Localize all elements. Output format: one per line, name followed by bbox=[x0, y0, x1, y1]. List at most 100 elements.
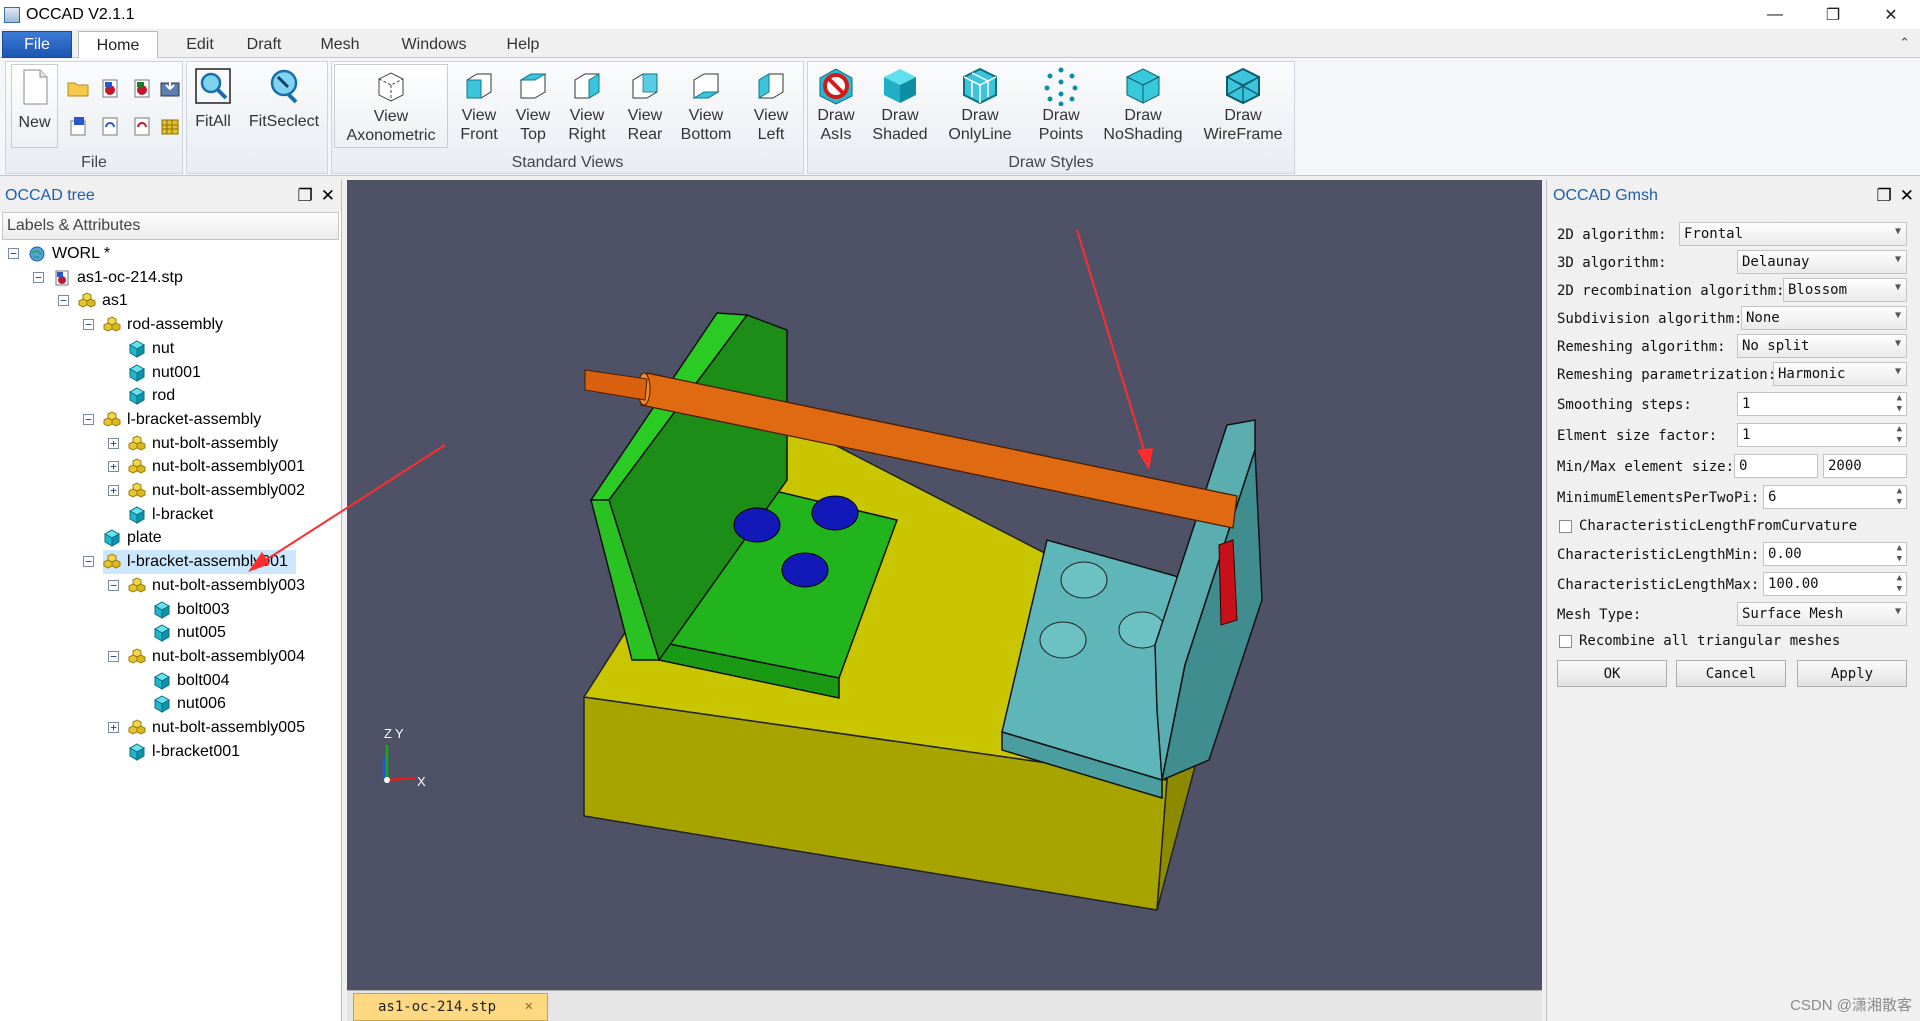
tree-node[interactable]: WORL * bbox=[28, 242, 110, 266]
tree-expander[interactable]: + bbox=[108, 722, 119, 733]
close-panel-icon[interactable]: ✕ bbox=[321, 186, 335, 206]
fit-all-button[interactable]: FitAll bbox=[193, 64, 233, 148]
tree-expander[interactable]: − bbox=[83, 556, 94, 568]
remeshparam-select[interactable]: Harmonic ▼ bbox=[1773, 362, 1907, 386]
draw-shaded-button[interactable]: Draw Shaded bbox=[868, 64, 932, 148]
export-button[interactable] bbox=[64, 112, 92, 140]
tree-node[interactable]: nut006 bbox=[153, 692, 226, 716]
view-right-button[interactable]: View Right bbox=[562, 64, 612, 148]
float-panel-icon[interactable]: ❐ bbox=[298, 186, 313, 206]
meshtype-select[interactable]: Surface Mesh ▼ bbox=[1737, 602, 1907, 626]
min-size-input[interactable]: 0 bbox=[1734, 454, 1818, 478]
clmax-spinbox[interactable]: 100.00 ▲ ▼ bbox=[1763, 572, 1907, 596]
axis-z-label: Z bbox=[384, 726, 392, 741]
close-tab-icon[interactable]: ✕ bbox=[525, 998, 533, 1014]
view-left-button[interactable]: View Left bbox=[746, 64, 796, 148]
open-button[interactable] bbox=[64, 74, 92, 102]
sizefactor-spinbox[interactable]: 1 ▲ ▼ bbox=[1737, 423, 1907, 447]
new-button[interactable]: New bbox=[11, 64, 58, 148]
tab-home[interactable]: Home bbox=[78, 31, 158, 59]
minelem-spinbox[interactable]: 6 ▲ ▼ bbox=[1763, 485, 1907, 509]
tree-expander[interactable]: − bbox=[108, 579, 119, 591]
view-bottom-button[interactable]: View Bottom bbox=[674, 64, 738, 148]
tab-help[interactable]: Help bbox=[494, 31, 552, 58]
tab-mesh[interactable]: Mesh bbox=[310, 31, 370, 58]
draw-onlyline-button[interactable]: Draw OnlyLine bbox=[942, 64, 1018, 148]
view-axonometric-button[interactable]: View Axonometric bbox=[334, 64, 448, 148]
tree-node[interactable]: plate bbox=[103, 526, 162, 550]
close-panel-icon[interactable]: ✕ bbox=[1900, 186, 1914, 206]
3d-viewport[interactable]: Z Y X bbox=[347, 180, 1542, 990]
apply-button[interactable]: Apply bbox=[1797, 660, 1907, 687]
subdiv-select[interactable]: None ▼ bbox=[1741, 306, 1907, 330]
import-brep-button[interactable] bbox=[156, 74, 184, 102]
tree-expander[interactable]: − bbox=[33, 271, 44, 283]
export-step-button[interactable] bbox=[96, 112, 124, 140]
spin-arrows-icon[interactable]: ▲ ▼ bbox=[1897, 424, 1902, 446]
tree-node[interactable]: rod bbox=[128, 384, 175, 408]
tree-expander[interactable]: − bbox=[8, 248, 19, 259]
smooth-spinbox[interactable]: 1 ▲ ▼ bbox=[1737, 392, 1907, 416]
checkbox-box[interactable] bbox=[1559, 634, 1572, 648]
draw-asis-button[interactable]: Draw AsIs bbox=[812, 64, 860, 148]
tree-node[interactable]: l-bracket001 bbox=[128, 740, 240, 764]
collapse-ribbon-icon[interactable]: ⌃ bbox=[1899, 35, 1910, 51]
tree-node[interactable]: nut-bolt-assembly004 bbox=[128, 645, 305, 669]
tree-column-header[interactable]: Labels & Attributes bbox=[2, 212, 339, 240]
tab-windows[interactable]: Windows bbox=[392, 31, 476, 58]
algo2d-select[interactable]: Frontal ▼ bbox=[1679, 222, 1907, 246]
spin-arrows-icon[interactable]: ▲ ▼ bbox=[1897, 573, 1902, 595]
clmin-spinbox[interactable]: 0.00 ▲ ▼ bbox=[1763, 542, 1907, 566]
tree-expander[interactable]: − bbox=[108, 650, 119, 662]
tree-expander[interactable]: + bbox=[108, 485, 119, 496]
import-step-button[interactable] bbox=[96, 74, 124, 102]
spin-arrows-icon[interactable]: ▲ ▼ bbox=[1897, 543, 1902, 565]
document-tab[interactable]: as1-oc-214.stp ✕ bbox=[353, 993, 548, 1021]
tab-file[interactable]: File bbox=[2, 31, 72, 58]
export-mesh-button[interactable] bbox=[156, 112, 184, 140]
tab-edit[interactable]: Edit bbox=[170, 31, 230, 58]
maximize-button[interactable]: ❐ bbox=[1804, 0, 1862, 29]
minimize-button[interactable]: — bbox=[1746, 0, 1804, 29]
tree-node[interactable]: rod-assembly bbox=[103, 313, 223, 337]
tree-node[interactable]: l-bracket-assembly bbox=[103, 408, 261, 432]
view-rear-button[interactable]: View Rear bbox=[620, 64, 670, 148]
fit-select-button[interactable]: FitSeclect bbox=[247, 64, 321, 148]
draw-wireframe-button[interactable]: Draw WireFrame bbox=[1198, 64, 1288, 148]
draw-noshading-button[interactable]: Draw NoShading bbox=[1100, 64, 1186, 148]
close-button[interactable]: ✕ bbox=[1862, 0, 1920, 29]
spin-arrows-icon[interactable]: ▲ ▼ bbox=[1897, 486, 1902, 508]
float-panel-icon[interactable]: ❐ bbox=[1877, 186, 1892, 206]
tree-expander[interactable]: − bbox=[83, 413, 94, 425]
tree-node[interactable]: nut005 bbox=[153, 621, 226, 645]
recomb-select[interactable]: Blossom ▼ bbox=[1783, 278, 1907, 302]
max-size-input[interactable]: 2000 bbox=[1823, 454, 1907, 478]
recombine-all-checkbox[interactable]: Recombine all triangular meshes bbox=[1559, 630, 1840, 652]
part-icon bbox=[153, 695, 177, 714]
import-iges-button[interactable] bbox=[128, 74, 156, 102]
tree-expander[interactable]: − bbox=[83, 319, 94, 331]
export-iges-button[interactable] bbox=[128, 112, 156, 140]
cancel-button[interactable]: Cancel bbox=[1676, 660, 1786, 687]
algo3d-select[interactable]: Delaunay ▼ bbox=[1737, 250, 1907, 274]
remesh-select[interactable]: No split ▼ bbox=[1737, 334, 1907, 358]
ok-button[interactable]: OK bbox=[1557, 660, 1667, 687]
tree-node[interactable]: nut001 bbox=[128, 361, 201, 385]
tree-expander[interactable]: − bbox=[58, 295, 69, 307]
tree-node[interactable]: nut bbox=[128, 337, 174, 361]
tree-node[interactable]: as1-oc-214.stp bbox=[53, 266, 183, 290]
tree-node[interactable]: bolt003 bbox=[153, 598, 230, 622]
tree-node[interactable]: l-bracket bbox=[128, 503, 213, 527]
tree-node[interactable]: bolt004 bbox=[153, 669, 230, 693]
tree-node[interactable]: nut-bolt-assembly005 bbox=[128, 716, 305, 740]
curvature-checkbox[interactable]: CharacteristicLengthFromCurvature bbox=[1559, 515, 1857, 537]
tree-expander[interactable]: + bbox=[108, 461, 119, 473]
tree-expander[interactable]: + bbox=[108, 437, 119, 449]
spin-arrows-icon[interactable]: ▲ ▼ bbox=[1897, 393, 1902, 415]
tab-draft[interactable]: Draft bbox=[234, 31, 294, 58]
view-top-button[interactable]: View Top bbox=[508, 64, 558, 148]
view-front-button[interactable]: View Front bbox=[454, 64, 504, 148]
tree-node[interactable]: as1 bbox=[78, 289, 128, 313]
draw-points-button[interactable]: Draw Points bbox=[1030, 64, 1092, 148]
checkbox-box[interactable] bbox=[1559, 519, 1572, 533]
